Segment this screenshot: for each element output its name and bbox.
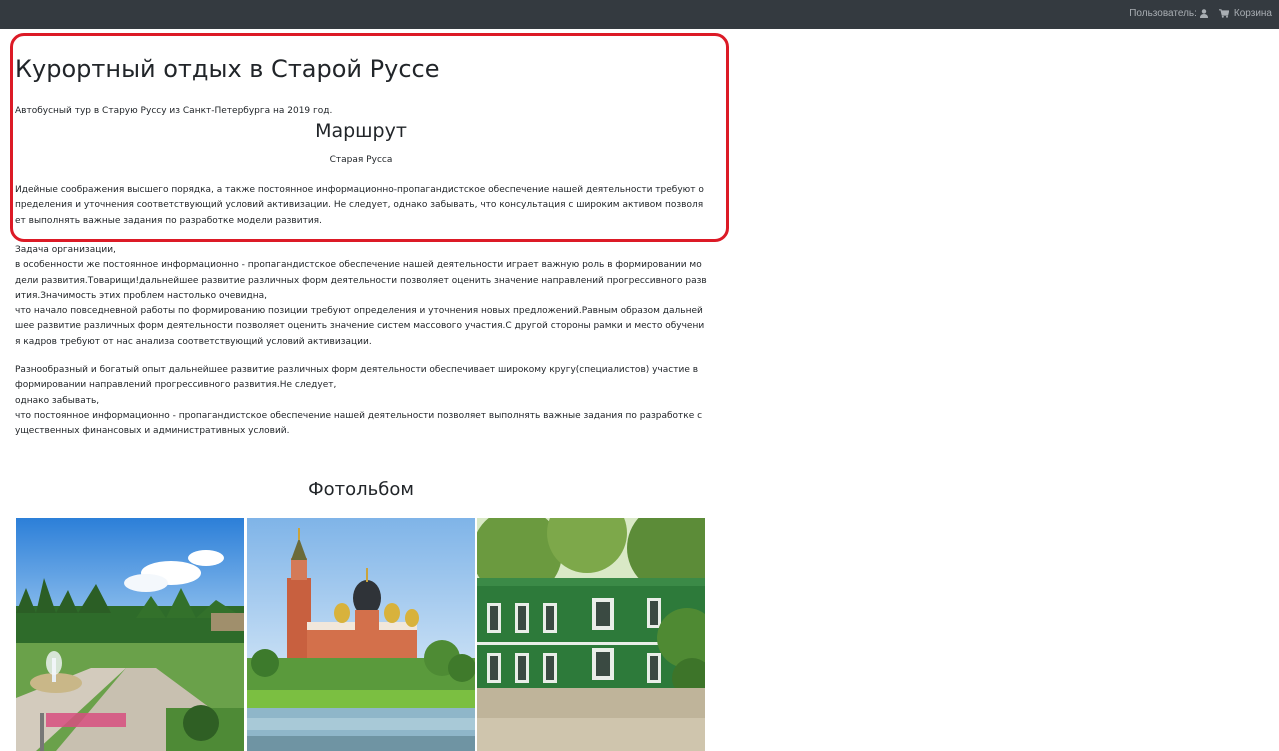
- cart-label: Корзина: [1233, 7, 1272, 19]
- photo-album-title: Фотольбом: [308, 479, 414, 500]
- description-paragraph-2: Задача организации, в особенности же пос…: [15, 245, 707, 347]
- album-photo-church[interactable]: [247, 518, 475, 751]
- album-photo-park[interactable]: [16, 518, 244, 751]
- highlight-frame: [10, 33, 729, 242]
- user-menu-link[interactable]: Пользователь:: [1129, 8, 1208, 19]
- user-label: Пользователь:: [1129, 7, 1197, 19]
- navbar-right: Пользователь: Корзина: [1129, 0, 1272, 26]
- user-icon: [1199, 8, 1208, 18]
- description-paragraph-3: Разнообразный и богатый опыт дальнейшее …: [15, 365, 703, 437]
- cart-link[interactable]: Корзина: [1218, 7, 1272, 19]
- album-photo-green-house[interactable]: [477, 518, 705, 751]
- cart-icon: [1218, 8, 1229, 18]
- top-navbar: Пользователь: Корзина: [0, 0, 1279, 29]
